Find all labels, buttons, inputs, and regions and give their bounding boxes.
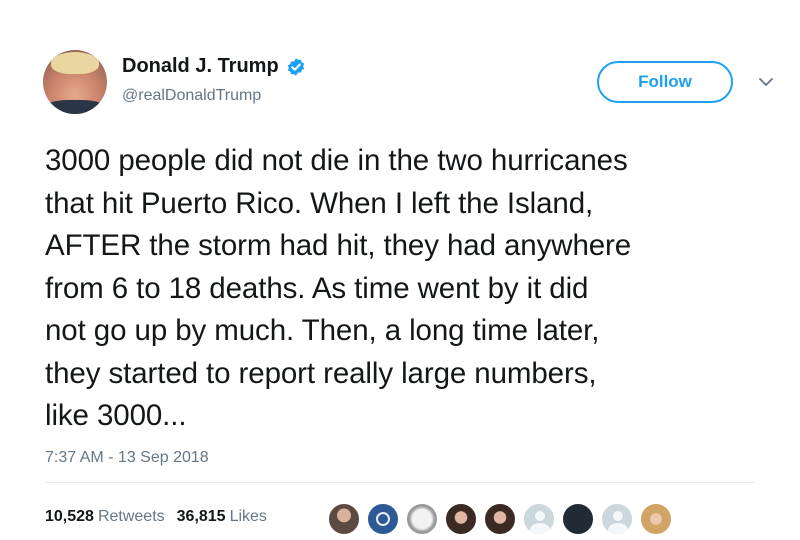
divider xyxy=(45,482,755,483)
avatar-hair xyxy=(51,52,99,74)
liker-avatar-3[interactable] xyxy=(405,502,439,536)
retweets-count[interactable]: 10,528 xyxy=(45,508,94,526)
liker-avatar-5[interactable] xyxy=(483,502,517,536)
liker-avatar-4[interactable] xyxy=(444,502,478,536)
verified-badge-icon xyxy=(287,57,304,76)
avatar-suit xyxy=(43,100,107,114)
tweet-timestamp[interactable]: 7:37 AM - 13 Sep 2018 xyxy=(45,449,209,467)
tweet-stats: 10,528 Retweets 36,815 Likes xyxy=(45,508,279,526)
liker-avatar-8[interactable] xyxy=(600,502,634,536)
author-avatar[interactable] xyxy=(43,50,107,114)
likers-avatar-row xyxy=(327,502,678,536)
tweet-text: 3000 people did not die in the two hurri… xyxy=(45,144,632,432)
liker-avatar-1[interactable] xyxy=(327,502,361,536)
follow-button[interactable]: Follow xyxy=(597,61,733,103)
tweet-card: Donald J. Trump @realDonaldTrump Follow … xyxy=(0,0,800,540)
chevron-down-icon[interactable] xyxy=(758,76,774,88)
liker-avatar-6[interactable] xyxy=(522,502,556,536)
likes-label[interactable]: Likes xyxy=(230,508,267,526)
likes-count[interactable]: 36,815 xyxy=(177,508,226,526)
author-name-row: Donald J. Trump xyxy=(122,55,306,78)
author-name[interactable]: Donald J. Trump xyxy=(122,55,279,78)
author-handle[interactable]: @realDonaldTrump xyxy=(122,87,261,105)
liker-avatar-7[interactable] xyxy=(561,502,595,536)
retweets-label[interactable]: Retweets xyxy=(98,508,165,526)
liker-avatar-9[interactable] xyxy=(639,502,673,536)
liker-avatar-2[interactable] xyxy=(366,502,400,536)
